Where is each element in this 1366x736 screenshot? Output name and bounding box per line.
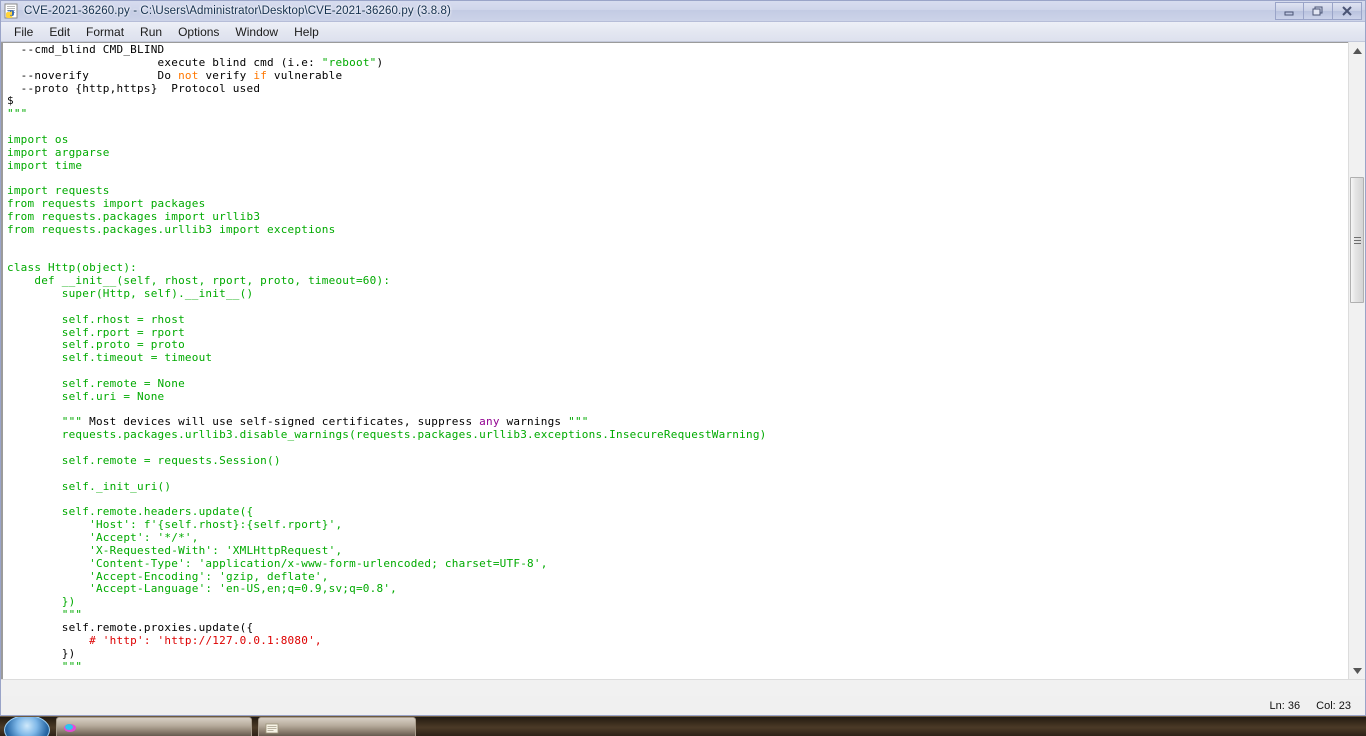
taskbar	[0, 716, 1366, 736]
menubar: File Edit Format Run Options Window Help	[1, 22, 1365, 42]
taskbar-button-2[interactable]	[258, 717, 416, 736]
editor-region: --cmd_blind CMD_BLIND execute blind cmd …	[1, 42, 1365, 679]
menu-item-edit[interactable]: Edit	[41, 23, 78, 41]
status-bar: Ln: 36 Col: 23	[1, 696, 1365, 715]
menu-item-options[interactable]: Options	[170, 23, 227, 41]
window-titlebar[interactable]: CVE-2021-36260.py - C:\Users\Administrat…	[1, 1, 1365, 22]
scroll-thumb-grip	[1353, 235, 1361, 246]
status-line-indicator: Ln: 36	[1269, 699, 1301, 712]
status-column-indicator: Col: 23	[1316, 699, 1351, 712]
vertical-scroll-thumb[interactable]	[1350, 177, 1364, 303]
window-controls	[1275, 2, 1362, 20]
menu-item-file[interactable]: File	[6, 23, 41, 41]
horizontal-scrollbar-row	[1, 679, 1365, 696]
explorer-icon	[265, 723, 279, 733]
scroll-down-arrow[interactable]	[1349, 662, 1365, 679]
window-title: CVE-2021-36260.py - C:\Users\Administrat…	[24, 5, 451, 17]
vertical-scroll-track[interactable]	[1349, 59, 1365, 662]
minimize-button[interactable]	[1275, 2, 1304, 20]
menu-item-run[interactable]: Run	[132, 23, 170, 41]
idle-editor-window: CVE-2021-36260.py - C:\Users\Administrat…	[0, 0, 1366, 716]
maximize-button[interactable]	[1304, 2, 1333, 20]
menu-item-window[interactable]: Window	[227, 23, 286, 41]
horizontal-scrollbar[interactable]	[1, 680, 1348, 696]
source-code[interactable]: --cmd_blind CMD_BLIND execute blind cmd …	[7, 43, 767, 679]
horizontal-scroll-track[interactable]	[1, 680, 1348, 696]
start-button-orb[interactable]	[4, 717, 50, 736]
menu-item-format[interactable]: Format	[78, 23, 132, 41]
vertical-scrollbar[interactable]	[1348, 42, 1365, 679]
scroll-up-arrow[interactable]	[1349, 42, 1365, 59]
scrollbar-corner	[1348, 680, 1365, 696]
desktop: CVE-2021-36260.py - C:\Users\Administrat…	[0, 0, 1366, 736]
taskbar-button-1[interactable]	[56, 717, 252, 736]
app-icon	[64, 723, 76, 732]
close-button[interactable]	[1333, 2, 1362, 20]
menu-item-help[interactable]: Help	[286, 23, 327, 41]
code-editor[interactable]: --cmd_blind CMD_BLIND execute blind cmd …	[1, 42, 1348, 679]
python-idle-icon[interactable]	[3, 3, 21, 20]
